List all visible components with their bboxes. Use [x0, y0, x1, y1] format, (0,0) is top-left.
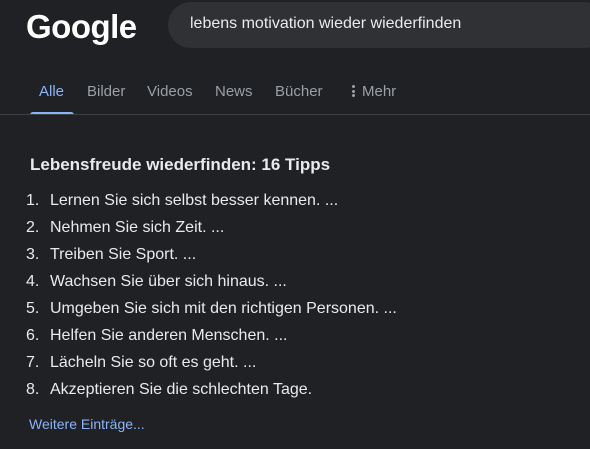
list-item-number: 3. — [26, 246, 40, 263]
list-item: 8. Akzeptieren Sie die schlechten Tage. — [26, 379, 397, 406]
google-logo[interactable]: Google — [26, 8, 137, 46]
list-item: 3. Treiben Sie Sport. ... — [26, 244, 397, 271]
tab-mehr-label: Mehr — [362, 83, 397, 100]
list-item-text: Lernen Sie sich selbst besser kennen. ..… — [50, 192, 339, 209]
tab-alle[interactable]: Alle — [39, 83, 64, 100]
search-tabs: Alle Bilder Videos News Bücher Mehr — [0, 70, 590, 115]
tab-bilder[interactable]: Bilder — [87, 83, 125, 100]
more-entries-link[interactable]: Weitere Einträge... — [29, 416, 145, 432]
list-item-number: 2. — [26, 219, 40, 236]
list-item: 4. Wachsen Sie über sich hinaus. ... — [26, 271, 397, 298]
featured-snippet-list: 1. Lernen Sie sich selbst besser kennen. … — [26, 190, 397, 406]
tabs-divider — [0, 114, 590, 115]
list-item-text: Wachsen Sie über sich hinaus. ... — [50, 273, 287, 290]
list-item: 1. Lernen Sie sich selbst besser kennen. … — [26, 190, 397, 217]
list-item-number: 4. — [26, 273, 40, 290]
list-item-number: 1. — [26, 192, 40, 209]
list-item-text: Nehmen Sie sich Zeit. ... — [50, 219, 225, 236]
list-item-text: Treiben Sie Sport. ... — [50, 246, 197, 263]
list-item-number: 8. — [26, 381, 40, 398]
header: Google lebens motivation wieder wiederfi… — [0, 0, 590, 56]
list-item: 7. Lächeln Sie so oft es geht. ... — [26, 352, 397, 379]
tab-news[interactable]: News — [215, 83, 253, 100]
list-item: 2. Nehmen Sie sich Zeit. ... — [26, 217, 397, 244]
list-item-text: Umgeben Sie sich mit den richtigen Perso… — [50, 300, 397, 317]
list-item-text: Helfen Sie anderen Menschen. ... — [50, 327, 288, 344]
featured-snippet-title: Lebensfreude wiederfinden: 16 Tipps — [30, 155, 331, 174]
list-item: 6. Helfen Sie anderen Menschen. ... — [26, 325, 397, 352]
list-item-number: 7. — [26, 354, 40, 371]
list-item-number: 5. — [26, 300, 40, 317]
list-item-text: Lächeln Sie so oft es geht. ... — [50, 354, 257, 371]
tab-mehr[interactable]: Mehr — [352, 83, 396, 100]
list-item-number: 6. — [26, 327, 40, 344]
more-vertical-icon — [352, 84, 355, 99]
list-item: 5. Umgeben Sie sich mit den richtigen Per… — [26, 298, 397, 325]
list-item-text: Akzeptieren Sie die schlechten Tage. — [50, 381, 313, 398]
search-input[interactable]: lebens motivation wieder wiederfinden — [190, 15, 461, 33]
tab-videos[interactable]: Videos — [147, 83, 193, 100]
tab-buecher[interactable]: Bücher — [275, 83, 323, 100]
search-box[interactable]: lebens motivation wieder wiederfinden — [168, 2, 590, 48]
